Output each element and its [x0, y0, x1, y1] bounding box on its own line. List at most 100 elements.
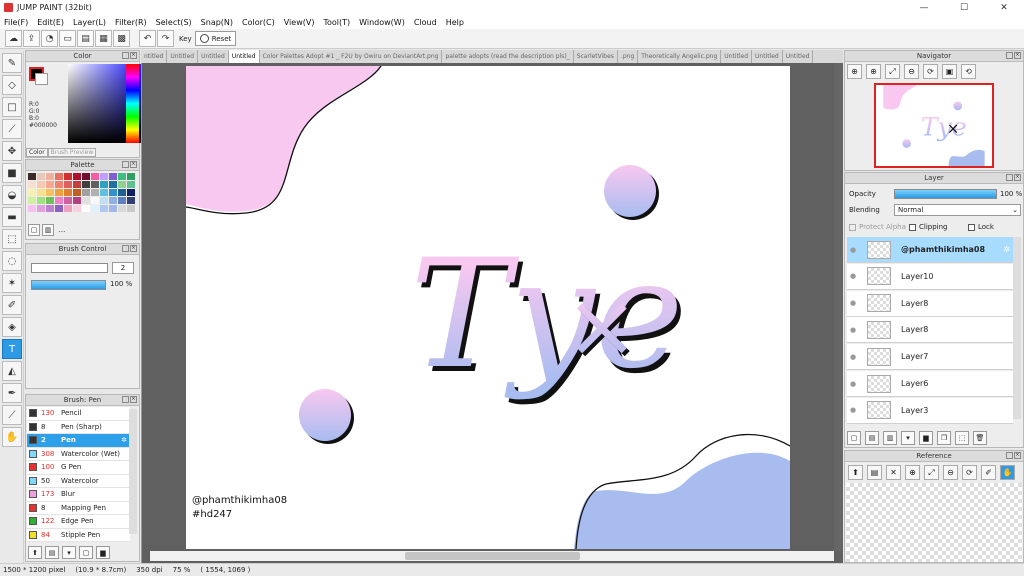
clipping-checkbox[interactable]: Clipping [909, 223, 948, 231]
palette-swatch[interactable] [73, 189, 81, 196]
brush-item[interactable]: 130 Pencil [27, 407, 130, 421]
menu-help[interactable]: Help [446, 18, 464, 27]
document-tab[interactable]: Color Palettes Adopt #1 _ F2U by Owiru o… [260, 50, 443, 63]
palette-swatch[interactable] [73, 181, 81, 188]
new-palette-icon[interactable]: ▢ [28, 224, 40, 236]
palette-swatch[interactable] [91, 181, 99, 188]
message-icon[interactable]: ▭ [59, 30, 76, 47]
reference-area[interactable] [846, 483, 1022, 562]
duplicate-layer-icon[interactable]: ❐ [937, 431, 951, 445]
document-tab[interactable]: Untitled [228, 50, 260, 63]
layer-row[interactable]: ● Layer8 [847, 317, 1013, 344]
palette-swatch[interactable] [82, 189, 90, 196]
document-tab[interactable]: Theoretically Angelic.png [638, 50, 722, 63]
brush-item[interactable]: 8 Pen (Sharp) [27, 420, 130, 434]
zoom-out-icon[interactable]: ⊖ [904, 64, 919, 79]
panel-close-icon[interactable]: × [130, 161, 137, 168]
brush-size-value[interactable]: 2 [112, 262, 134, 274]
navigator-preview[interactable]: Tye × [874, 83, 994, 168]
ref-fit-icon[interactable]: ⤢ [924, 465, 939, 480]
brush-menu-icon[interactable]: ▾ [62, 546, 76, 559]
palette-swatch[interactable] [37, 205, 45, 212]
background-color-swatch[interactable] [35, 73, 48, 85]
palette-swatch[interactable] [109, 197, 117, 204]
palette-swatch[interactable] [109, 189, 117, 196]
palette-swatch[interactable] [100, 181, 108, 188]
tab-brush-preview[interactable]: Brush Preview [47, 148, 97, 157]
minimize-button[interactable]: — [904, 0, 944, 15]
save-icon[interactable]: ▦ [95, 30, 112, 47]
ref-zoom-out-icon[interactable]: ⊖ [943, 465, 958, 480]
palette-swatch[interactable] [73, 205, 81, 212]
magic-wand-icon[interactable]: ✶ [2, 273, 22, 293]
ref-folder-icon[interactable]: ▤ [867, 465, 882, 480]
layer-row[interactable]: ● Layer8 [847, 290, 1013, 317]
ref-rotate-icon[interactable]: ⟳ [962, 465, 977, 480]
brush-item[interactable]: 84 Stipple Pen [27, 528, 130, 542]
palette-swatch[interactable] [91, 205, 99, 212]
palette-swatch[interactable] [109, 181, 117, 188]
brush-item[interactable]: 8 Mapping Pen [27, 501, 130, 515]
palette-swatch[interactable] [73, 197, 81, 204]
panel-close-icon[interactable]: × [130, 396, 137, 403]
palette-swatch[interactable] [46, 189, 54, 196]
palette-swatch[interactable] [46, 173, 54, 180]
panel-close-icon[interactable]: × [130, 52, 137, 59]
delete-palette-icon[interactable]: ▥ [42, 224, 54, 236]
palette-swatch[interactable] [37, 173, 45, 180]
document-tab[interactable]: Untitled [167, 50, 199, 63]
brush-tool-icon[interactable]: ✎ [2, 53, 22, 73]
brush-item[interactable]: 308 Watercolor (Wet) [27, 447, 130, 461]
palette-swatch[interactable] [100, 205, 108, 212]
palette-swatch[interactable] [55, 189, 63, 196]
palette-swatch[interactable] [118, 205, 126, 212]
delete-layer-icon[interactable]: 🗑 [973, 431, 987, 445]
document-tab[interactable]: Untitled [198, 50, 229, 63]
layer-row[interactable]: ● @phamthikimha08 ✲ [847, 237, 1013, 263]
select-eraser-icon[interactable]: ◈ [2, 317, 22, 337]
pen-tool-icon[interactable]: ✒ [2, 383, 22, 403]
panel-float-icon[interactable] [122, 396, 129, 403]
gradient-tool-icon[interactable]: ▬ [2, 207, 22, 227]
ref-upload-icon[interactable]: ⬆ [848, 465, 863, 480]
menu-window[interactable]: Window(W) [359, 18, 405, 27]
layer-row[interactable]: ● Layer7 [847, 344, 1013, 371]
fill-rect-tool-icon[interactable]: ■ [2, 163, 22, 183]
zoom-plus-icon[interactable]: ⊕ [866, 64, 881, 79]
document-tab[interactable]: ScarletVibes [574, 50, 618, 63]
menu-snap[interactable]: Snap(N) [201, 18, 233, 27]
panel-float-icon[interactable] [122, 52, 129, 59]
panel-float-icon[interactable] [122, 245, 129, 252]
palette-swatch[interactable] [118, 197, 126, 204]
palette-swatch[interactable] [28, 173, 36, 180]
reset-rotation-icon[interactable]: ⟲ [961, 64, 976, 79]
comment-icon[interactable]: ◔ [41, 30, 58, 47]
hue-slider[interactable] [126, 64, 139, 143]
brush-item[interactable]: 50 Watercolor [27, 474, 130, 488]
brush-list-scrollbar[interactable] [129, 409, 137, 534]
palette-swatch[interactable] [37, 197, 45, 204]
layer-visibility-icon[interactable]: ● [847, 380, 859, 388]
grid-icon[interactable]: ▩ [113, 30, 130, 47]
bucket-tool-icon[interactable]: ◒ [2, 185, 22, 205]
document-icon[interactable]: ▤ [77, 30, 94, 47]
palette-swatch[interactable] [28, 189, 36, 196]
more-palettes[interactable]: ... [56, 224, 68, 236]
ref-hand-icon[interactable]: ✋ [1000, 465, 1015, 480]
palette-swatch[interactable] [127, 205, 135, 212]
rect-select-icon[interactable]: ⬚ [2, 229, 22, 249]
flip-icon[interactable]: ▣ [942, 64, 957, 79]
horizontal-scrollbar[interactable] [150, 551, 834, 561]
brush-opacity-slider[interactable] [31, 280, 106, 290]
hand-tool-icon[interactable]: ✋ [2, 427, 22, 447]
document-tab[interactable]: ntitled [141, 50, 168, 63]
palette-swatch[interactable] [64, 181, 72, 188]
palette-swatch[interactable] [55, 181, 63, 188]
palette-swatch[interactable] [28, 205, 36, 212]
layer-folder-icon[interactable]: ▆ [919, 431, 933, 445]
palette-swatch[interactable] [64, 173, 72, 180]
eraser-tool-icon[interactable]: ◇ [2, 75, 22, 95]
document-tab[interactable]: palette adopts (read the description pls… [442, 50, 574, 63]
ref-eyedropper-icon[interactable]: ✐ [981, 465, 996, 480]
palette-swatch[interactable] [37, 181, 45, 188]
